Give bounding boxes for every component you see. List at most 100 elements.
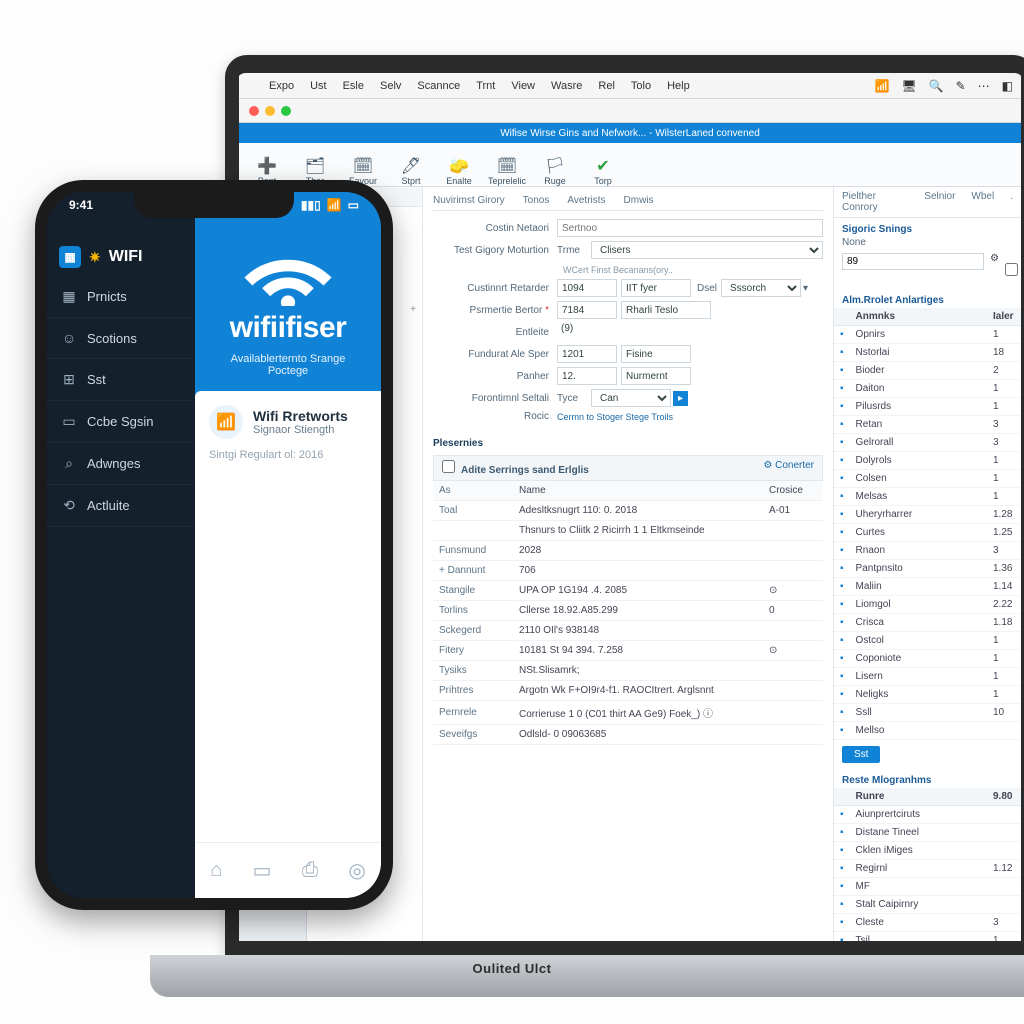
- toolbar-button[interactable]: 🏳Ruge: [533, 156, 577, 186]
- table-row[interactable]: + Dannunt706: [433, 561, 823, 581]
- tab-files-icon[interactable]: ▭: [253, 858, 272, 883]
- minimize-window-icon[interactable]: [265, 106, 275, 116]
- table-row[interactable]: ▪Mellso: [834, 722, 1021, 740]
- table-row[interactable]: ▪Maliin1.14: [834, 578, 1021, 596]
- menu-item[interactable]: Selv: [372, 80, 409, 92]
- table-row[interactable]: ▪Crisca1.18: [834, 614, 1021, 632]
- table-row[interactable]: ▪Gelrorall3: [834, 434, 1021, 452]
- network-name-input[interactable]: [557, 219, 823, 237]
- fund-input[interactable]: [557, 345, 617, 363]
- table-row[interactable]: ▪Neligks1: [834, 686, 1021, 704]
- tab-home-icon[interactable]: ⌂: [210, 859, 222, 882]
- port-input[interactable]: [557, 367, 617, 385]
- right-tab[interactable]: Selnior: [916, 187, 963, 217]
- table-row[interactable]: ▪Uheryrharrer1.28: [834, 506, 1021, 524]
- name-input[interactable]: [621, 279, 691, 297]
- tab-settings-icon[interactable]: ◎: [348, 858, 365, 883]
- category-select[interactable]: Clisers: [591, 241, 823, 259]
- table-row[interactable]: ▪Cklen iMiges: [834, 842, 1021, 860]
- type-select[interactable]: Can: [591, 389, 671, 407]
- toolbar-button[interactable]: ✔Torp: [581, 156, 625, 186]
- fund-name-input[interactable]: [621, 345, 691, 363]
- menu-item[interactable]: Tolo: [623, 80, 659, 92]
- dropdown-icon[interactable]: ▾: [803, 283, 808, 294]
- menu-item[interactable]: Trnt: [468, 80, 503, 92]
- table-row[interactable]: ▪Pantpnsito1.36: [834, 560, 1021, 578]
- tab[interactable]: Avetrists: [567, 195, 605, 206]
- table-row[interactable]: ▪Distane Tineel: [834, 824, 1021, 842]
- port-name-input[interactable]: [621, 367, 691, 385]
- right-tab[interactable]: Wbel: [963, 187, 1002, 217]
- form-link[interactable]: Cermn to Stoger Stege Troils: [557, 412, 673, 422]
- option-checkbox[interactable]: [1005, 263, 1018, 276]
- sidebar-item-sections[interactable]: ☺Scotions: [47, 318, 195, 359]
- edit-status-icon[interactable]: ✎: [956, 79, 966, 93]
- table-row[interactable]: ToalAdesltksnugrt 110: 0. 2018 A-01: [433, 501, 823, 521]
- menu-item[interactable]: Wasre: [543, 80, 590, 92]
- table-row[interactable]: ▪Rnaon3: [834, 542, 1021, 560]
- type-go-button[interactable]: ▸: [673, 391, 688, 406]
- table-row[interactable]: TorlinsCllerse 18.92.A85.2990: [433, 601, 823, 621]
- maximize-window-icon[interactable]: [281, 106, 291, 116]
- search-status-icon[interactable]: 🔍: [929, 79, 944, 93]
- table-row[interactable]: Fitery10181 St 94 394. 7.258⊙: [433, 641, 823, 661]
- section-enable-checkbox[interactable]: [442, 460, 455, 473]
- tab[interactable]: Nuvirimst Girory: [433, 195, 505, 206]
- toolbar-button[interactable]: 🧽Enalte: [437, 156, 481, 186]
- table-row[interactable]: ▪Cleste3: [834, 914, 1021, 932]
- table-row[interactable]: ▪Bioder2: [834, 362, 1021, 380]
- table-row[interactable]: StangileUPA OP 1G194 .4. 2085⊙: [433, 581, 823, 601]
- tab[interactable]: Dmwis: [624, 195, 654, 206]
- menu-item[interactable]: Expo: [261, 80, 302, 92]
- toolbar-button[interactable]: 🗓Teprelelic: [485, 156, 529, 186]
- table-row[interactable]: SeveifgsOdlsld- 0 09063685: [433, 725, 823, 745]
- menu-item[interactable]: Help: [659, 80, 698, 92]
- table-row[interactable]: ▪MF: [834, 878, 1021, 896]
- table-row[interactable]: ▪Retan3: [834, 416, 1021, 434]
- menu-item[interactable]: Rel: [590, 80, 623, 92]
- table-row[interactable]: PrihtresArgotn Wk F+OI9r4-f1. RAOCItrert…: [433, 681, 823, 701]
- sidebar-item-set[interactable]: ⊞Sst: [47, 359, 195, 401]
- table-row[interactable]: ▪Daiton1: [834, 380, 1021, 398]
- right-tab[interactable]: Pielther Conrory: [834, 187, 916, 217]
- table-row[interactable]: ▪Ostcol1: [834, 632, 1021, 650]
- table-row[interactable]: Funsmund2028: [433, 541, 823, 561]
- set-button[interactable]: Sst: [842, 746, 880, 763]
- table-row[interactable]: ▪Lisern1: [834, 668, 1021, 686]
- table-row[interactable]: ▪Dolyrols1: [834, 452, 1021, 470]
- sidebar-item-activate[interactable]: ⟲Actluite: [47, 485, 195, 527]
- table-row[interactable]: ▪Stalt Caipirnry: [834, 896, 1021, 914]
- close-window-icon[interactable]: [249, 106, 259, 116]
- sidebar-item-cable[interactable]: ▭Ccbe Sgsin: [47, 401, 195, 443]
- id-input[interactable]: [557, 279, 617, 297]
- tab-share-icon[interactable]: ⎙: [302, 859, 318, 882]
- gear-icon[interactable]: ⚙: [763, 460, 772, 471]
- table-row[interactable]: ▪Colsen1: [834, 470, 1021, 488]
- menu-item[interactable]: Esle: [335, 80, 372, 92]
- table-row[interactable]: ▪Pilusrds1: [834, 398, 1021, 416]
- table-row[interactable]: ▪Coponiote1: [834, 650, 1021, 668]
- table-row[interactable]: ▪Curtes1.25: [834, 524, 1021, 542]
- gear-small-icon[interactable]: ⚙: [990, 253, 999, 286]
- table-row[interactable]: ▪Aiunprertciruts: [834, 806, 1021, 824]
- panel-status-icon[interactable]: ◧: [1002, 79, 1013, 93]
- sidebar-item-products[interactable]: ▦Prnicts: [47, 276, 195, 318]
- toolbar-button[interactable]: 🖊Stprt: [389, 156, 433, 186]
- menu-item[interactable]: View: [503, 80, 543, 92]
- table-row[interactable]: ▪Opnirs1: [834, 326, 1021, 344]
- table-row[interactable]: ▪Melsas1: [834, 488, 1021, 506]
- sidebar-item-advanced[interactable]: ⌕Adwnges: [47, 443, 195, 485]
- display-status-icon[interactable]: 🖥: [901, 79, 916, 93]
- search-select[interactable]: Sssorch: [721, 279, 801, 297]
- menu-item[interactable]: Ust: [302, 80, 335, 92]
- right-tab[interactable]: .: [1002, 187, 1021, 217]
- table-row[interactable]: Sckegerd2110 OIl's 938148: [433, 621, 823, 641]
- tab[interactable]: Tonos: [523, 195, 550, 206]
- more-status-icon[interactable]: ⋯: [978, 79, 990, 93]
- menu-item[interactable]: Scannce: [409, 80, 468, 92]
- table-row[interactable]: ▪Nstorlai18: [834, 344, 1021, 362]
- table-row[interactable]: PernreleCorrieruse 1 0 (C01 thirt AA Ge9…: [433, 701, 823, 725]
- table-row[interactable]: ▪Tsil1: [834, 932, 1021, 950]
- table-row[interactable]: TysiksNSt.Slisamrk;: [433, 661, 823, 681]
- table-row[interactable]: ▪Ssll10: [834, 704, 1021, 722]
